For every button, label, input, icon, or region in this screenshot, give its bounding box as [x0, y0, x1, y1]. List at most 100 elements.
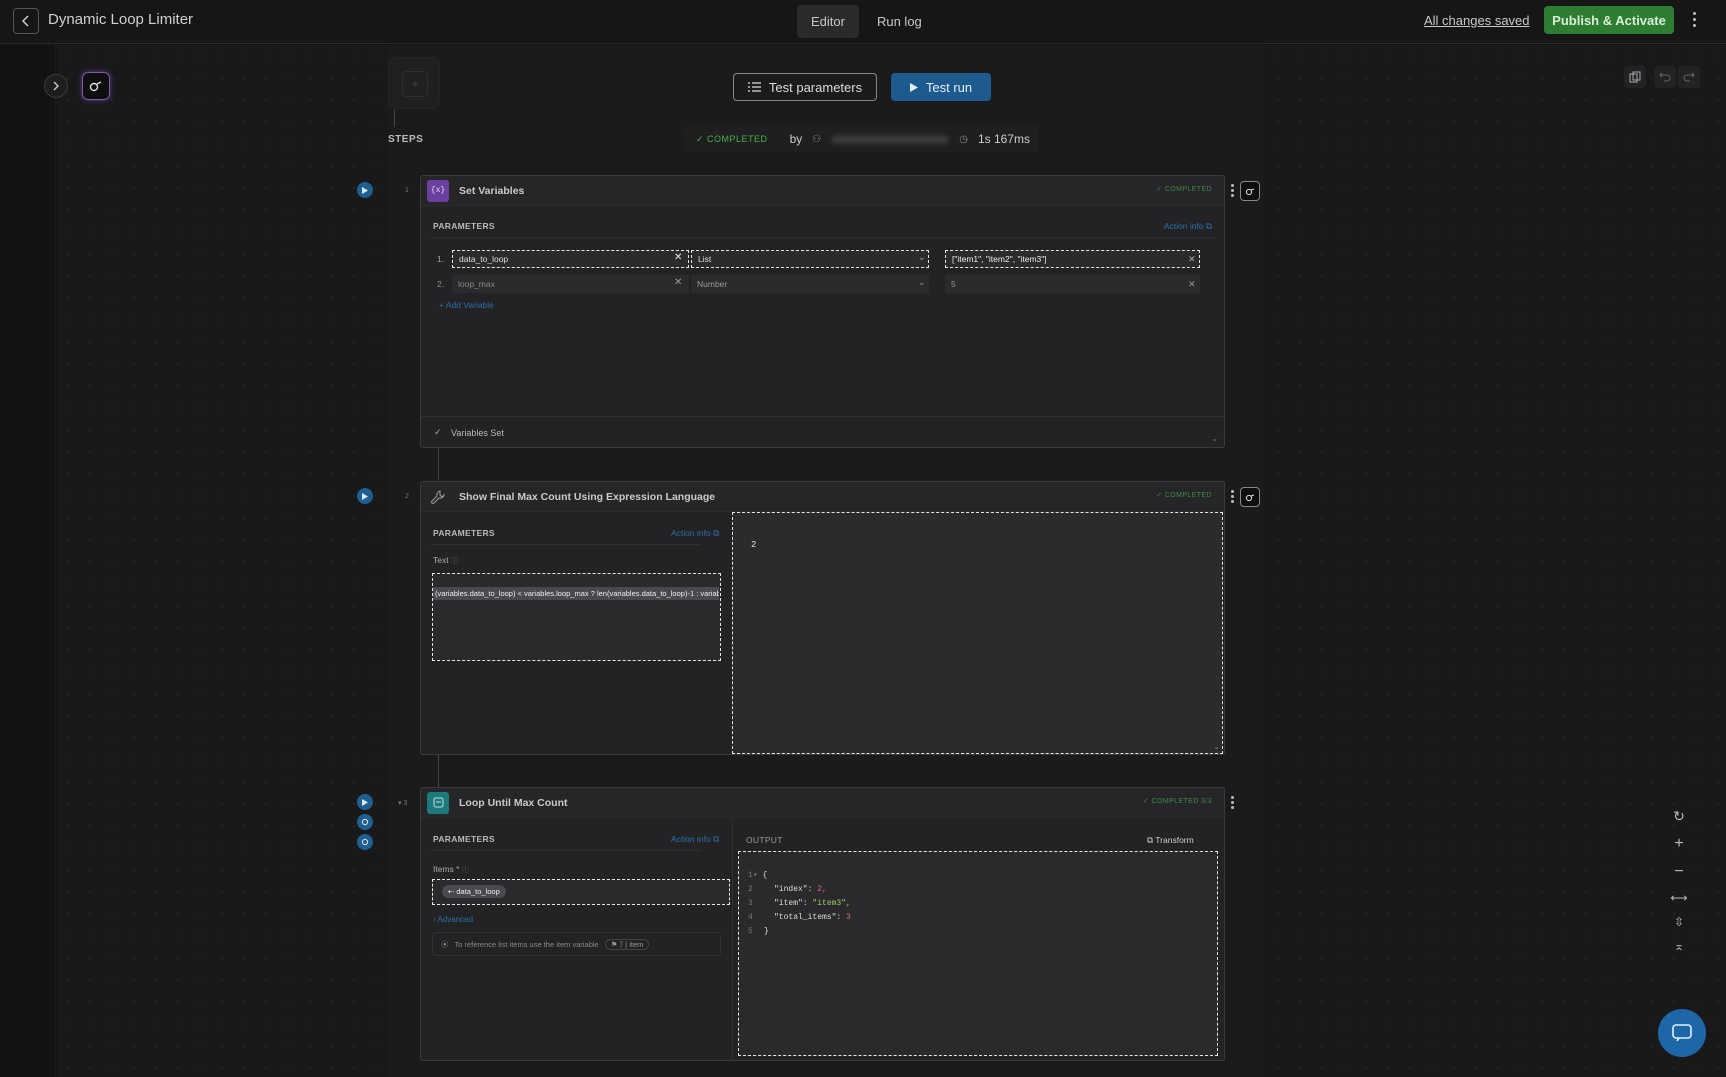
step-card-set-variables[interactable]: {x} Set Variables ✓ COMPLETED PARAMETERS… [420, 175, 1225, 448]
items-input[interactable]: ⇠ data_to_loop [432, 879, 730, 905]
code-line: 1▾ { [748, 871, 768, 880]
step-2-more-icon[interactable] [1231, 490, 1234, 503]
advanced-toggle[interactable]: › Advanced [433, 915, 473, 924]
expression-input[interactable]: (variables.data_to_loop) < variables.loo… [432, 573, 721, 661]
collapse-all-icon[interactable]: ⌅ [1674, 939, 1684, 953]
text-label: Text ⓘ [433, 555, 458, 565]
action-info-link[interactable]: Action info ⧉ [671, 834, 719, 845]
back-button[interactable] [13, 8, 39, 34]
step-1-run-icon[interactable] [357, 182, 373, 198]
run-status: ✓ COMPLETED [696, 133, 768, 144]
remove-variable-icon[interactable]: ✕ [1188, 279, 1196, 290]
variable-name-input[interactable]: loop_max [452, 275, 689, 293]
variable-type-select[interactable]: Number [691, 275, 929, 293]
variable-value-input[interactable]: ["item1", "item2", "item3"] [945, 250, 1200, 268]
tab-editor[interactable]: Editor [797, 5, 859, 38]
step-title: Loop Until Max Count [459, 796, 568, 809]
expand-sidebar-button[interactable] [44, 74, 68, 98]
clock-icon: ◷ [959, 133, 968, 145]
output-label: OUTPUT [746, 835, 783, 845]
run-duration: 1s 167ms [977, 132, 1030, 146]
step-1-more-icon[interactable] [1231, 184, 1234, 197]
redo-icon[interactable] [1678, 66, 1700, 88]
step-status-badge: ✓ COMPLETED 3/3 [1142, 798, 1212, 805]
step-footer-label: Variables Set [451, 428, 504, 438]
step-1-flow-icon[interactable] [1240, 181, 1260, 201]
items-chip[interactable]: ⇠ data_to_loop [442, 885, 506, 898]
code-line: 2 "index": 2, [748, 885, 827, 894]
loop-icon [427, 791, 449, 814]
chat-support-button[interactable] [1658, 1009, 1706, 1057]
loop-iteration-icon[interactable] [357, 814, 373, 830]
step-1-number: 1 [405, 187, 409, 194]
zoom-in-icon[interactable]: + [1674, 835, 1683, 853]
fit-height-icon[interactable]: ⇳ [1674, 915, 1684, 929]
info-pin-icon: ⦿ [441, 939, 449, 949]
variable-name-input[interactable]: data_to_loop [452, 250, 689, 268]
clear-icon[interactable]: ✕ [674, 277, 682, 288]
flow-trigger-icon[interactable] [82, 72, 110, 100]
undo-icon[interactable] [1654, 66, 1676, 88]
variables-icon: {x} [427, 179, 449, 202]
step-3-number: ▾ 3 [398, 800, 408, 807]
app-title: Dynamic Loop Limiter [48, 11, 194, 28]
chevron-down-icon[interactable]: ⌄ [1213, 742, 1220, 751]
more-menu-icon[interactable] [1690, 12, 1698, 27]
items-label: Items * ⓘ [433, 864, 469, 874]
fit-width-icon[interactable]: ⟷ [1670, 891, 1687, 905]
left-sidebar [0, 45, 56, 1077]
parameters-label: PARAMETERS [433, 221, 495, 231]
reset-view-icon[interactable]: ↻ [1673, 808, 1685, 825]
check-icon: ✓ [434, 427, 442, 437]
save-status[interactable]: All changes saved [1424, 13, 1530, 28]
step-card-loop-until-max-count[interactable]: Loop Until Max Count ✓ COMPLETED 3/3 PAR… [420, 787, 1225, 1061]
step-2-flow-icon[interactable] [1240, 487, 1260, 507]
parameters-label: PARAMETERS [433, 528, 495, 538]
step-3-run-icon[interactable] [357, 794, 373, 810]
chevron-down-icon: ⌄ [918, 252, 926, 262]
action-info-link[interactable]: Action info ⧉ [671, 528, 719, 539]
add-trigger-box[interactable]: + [388, 57, 440, 109]
canvas-top-tools [1624, 66, 1700, 88]
remove-variable-icon[interactable]: ✕ [1188, 254, 1196, 265]
variable-value-input[interactable]: 5 [945, 275, 1200, 293]
variable-type-select[interactable]: List [691, 250, 929, 268]
step-3-more-icon[interactable] [1231, 796, 1234, 809]
hint-text: To reference list items use the item var… [454, 939, 599, 949]
loop-iteration-icon[interactable] [357, 834, 373, 850]
zoom-out-icon[interactable]: − [1674, 863, 1683, 881]
step-status-badge: ✓ COMPLETED [1156, 186, 1212, 193]
step-card-show-final-max-count[interactable]: Show Final Max Count Using Expression La… [420, 481, 1225, 755]
step-2-run-icon[interactable] [357, 488, 373, 504]
mode-tabs: Editor Run log [797, 5, 936, 38]
test-parameters-button[interactable]: Test parameters [733, 73, 877, 101]
chevron-down-icon: ⌄ [918, 277, 926, 287]
add-variable-link[interactable]: + Add Variable [439, 300, 494, 310]
code-line: 5} [748, 927, 769, 936]
test-run-button[interactable]: Test run [891, 73, 991, 101]
chat-icon [1672, 1024, 1692, 1042]
hint-chip: ⚑ ℐ | item [604, 938, 650, 950]
variable-index: 2. [437, 279, 445, 289]
plus-icon: + [402, 71, 428, 97]
tab-run-log[interactable]: Run log [863, 5, 936, 38]
copy-icon[interactable] [1624, 66, 1646, 88]
step-title: Set Variables [459, 184, 525, 197]
action-info-link[interactable]: Action info ⧉ [1164, 221, 1212, 232]
clear-icon[interactable]: ✕ [674, 252, 682, 263]
publish-activate-button[interactable]: Publish & Activate [1544, 6, 1674, 34]
chevron-left-icon [21, 15, 29, 27]
top-bar: Dynamic Loop Limiter Editor Run log All … [0, 0, 1726, 44]
code-line: 3 "item": "item3", [748, 899, 851, 908]
variable-index: 1. [437, 254, 445, 264]
code-line: 4 "total_items": 3 [748, 913, 851, 922]
transform-button[interactable]: ⧉ Transform [1147, 835, 1194, 846]
output-json-panel[interactable]: 1▾ { 2 "index": 2, 3 "item": "item3", 4 "to… [738, 851, 1218, 1056]
chevron-down-icon[interactable]: ⌄ [1211, 434, 1218, 443]
zoom-controls: ↻ + − ⟷ ⇳ ⌅ [1667, 808, 1691, 976]
item-hint: ⦿ To reference list items use the item v… [432, 932, 721, 956]
output-panel[interactable]: 2 ⌄ [732, 512, 1223, 754]
expression-text: (variables.data_to_loop) < variables.loo… [433, 587, 719, 600]
steps-label: STEPS [388, 134, 424, 145]
wrench-icon [427, 486, 449, 508]
